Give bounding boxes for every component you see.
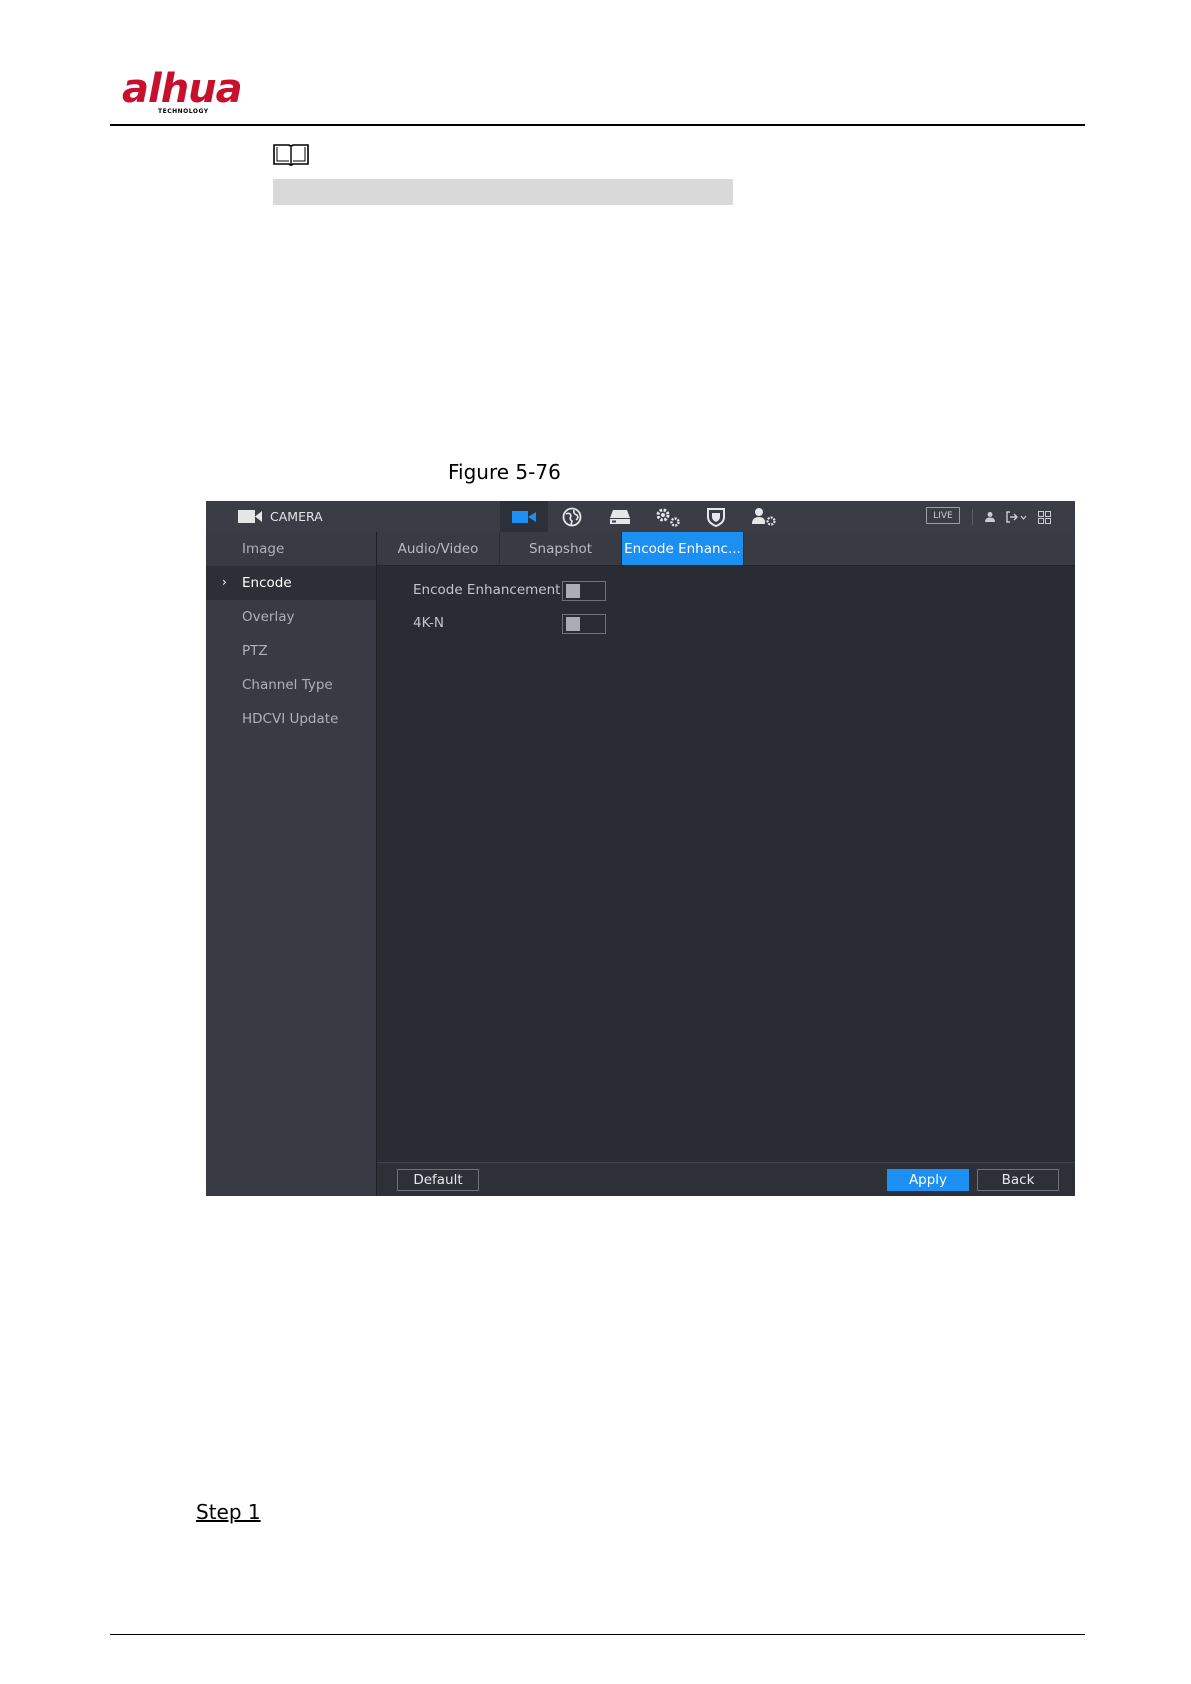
grid-menu-icon[interactable]	[1038, 509, 1051, 525]
tab-label: Snapshot	[528, 540, 593, 557]
sidebar-item-encode[interactable]: › Encode	[206, 566, 376, 600]
sidebar-item-label: Encode	[242, 575, 292, 591]
sidebar-item-ptz[interactable]: PTZ	[206, 634, 376, 668]
encode-enhancement-label: Encode Enhancement	[413, 582, 561, 598]
toggle-knob	[566, 584, 580, 598]
system-settings-icon[interactable]	[644, 501, 692, 532]
globe-icon-glyph	[562, 507, 582, 526]
note-book-icon	[273, 144, 309, 166]
sidebar-item-overlay[interactable]: Overlay	[206, 600, 376, 634]
user-icon-glyph	[985, 512, 995, 522]
tab-snapshot[interactable]: Snapshot	[500, 532, 622, 565]
default-button[interactable]: Default	[397, 1169, 479, 1191]
logout-icon-glyph	[1006, 511, 1027, 523]
toggle-knob	[566, 617, 580, 631]
figure-caption: Figure 5-76	[448, 460, 561, 484]
4k-n-label: 4K-N	[413, 615, 444, 631]
user-icon[interactable]	[984, 509, 996, 525]
user-gear-icon-glyph	[752, 507, 776, 526]
chevron-right-icon: ›	[222, 575, 227, 589]
tab-audio-video[interactable]: Audio/Video	[377, 532, 500, 565]
security-shield-icon[interactable]	[692, 501, 740, 532]
gears-icon-glyph	[656, 508, 680, 527]
camera-icon-glyph	[512, 510, 536, 523]
account-settings-icon[interactable]	[740, 501, 788, 532]
back-button[interactable]: Back	[977, 1169, 1059, 1191]
sidebar-item-label: Overlay	[242, 609, 295, 625]
tab-label: Audio/Video	[397, 540, 479, 557]
header-divider	[972, 509, 973, 525]
storage-icon[interactable]	[596, 501, 644, 532]
4k-n-toggle[interactable]	[562, 614, 606, 634]
sidebar-item-label: PTZ	[242, 643, 268, 659]
live-button[interactable]: LIVE	[926, 507, 960, 524]
sidebar-item-label: Image	[242, 541, 285, 557]
logo-tagline: TECHNOLOGY	[158, 108, 209, 115]
encode-enhancement-toggle[interactable]	[562, 581, 606, 601]
sidebar-item-channel-type[interactable]: Channel Type	[206, 668, 376, 702]
apply-button[interactable]: Apply	[887, 1169, 969, 1191]
step-label: Step 1	[196, 1500, 261, 1524]
header-rule	[110, 124, 1085, 126]
camera-icon[interactable]	[500, 501, 548, 532]
sidebar-divider	[376, 532, 377, 1196]
tab-bar: Audio/Video Snapshot Encode Enhanc...	[377, 532, 1075, 566]
nvr-camera-window: CAMERA LIVE Image › Encode Overlay PTZ C…	[206, 501, 1075, 1196]
storage-icon-glyph	[610, 509, 630, 524]
footer-rule	[110, 1634, 1085, 1635]
sidebar-item-label: HDCVI Update	[242, 711, 339, 727]
top-header-bar: CAMERA LIVE	[206, 501, 1075, 532]
footer-bar: Default Apply Back	[377, 1162, 1075, 1196]
sidebar-item-hdcvi-update[interactable]: HDCVI Update	[206, 702, 376, 736]
shield-icon-glyph	[707, 507, 725, 527]
sidebar-item-image[interactable]: Image	[206, 532, 376, 566]
note-highlight-bar	[273, 179, 733, 205]
sidebar-item-label: Channel Type	[242, 677, 333, 693]
window-title: CAMERA	[270, 509, 323, 524]
network-globe-icon[interactable]	[548, 501, 596, 532]
camera-title-icon	[238, 510, 262, 523]
dahua-logo: alhua TECHNOLOGY	[122, 66, 262, 118]
sidebar: Image › Encode Overlay PTZ Channel Type …	[206, 532, 376, 1196]
tab-encode-enhancement[interactable]: Encode Enhanc...	[622, 532, 744, 565]
logout-icon[interactable]	[1006, 509, 1028, 525]
tab-label: Encode Enhanc...	[624, 540, 741, 557]
grid-icon-glyph	[1038, 510, 1051, 524]
logo-wordmark: alhua	[122, 66, 243, 112]
